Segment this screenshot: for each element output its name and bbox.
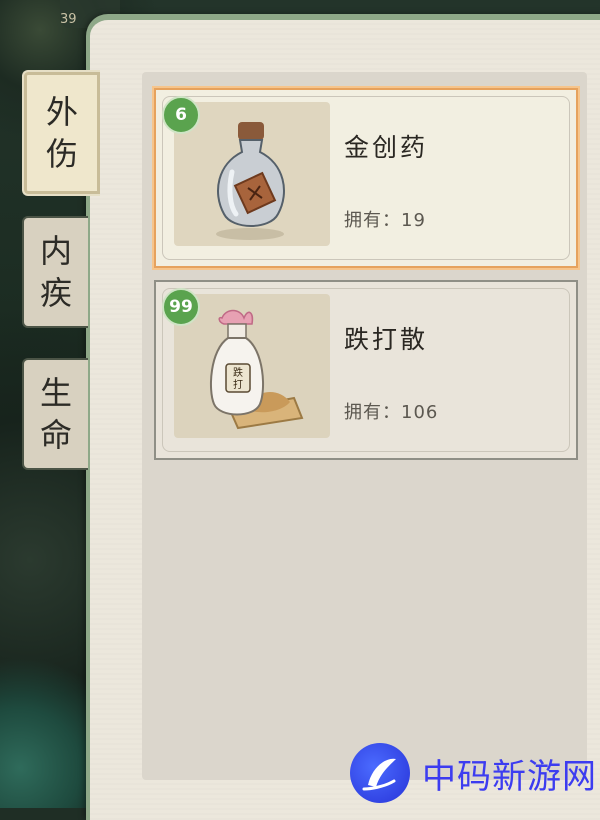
owned-label: 拥有： [344,402,401,423]
svg-text:跌: 跌 [233,366,243,379]
tab-label-char: 伤 [45,135,78,173]
item-name: 跌打散 [344,325,429,354]
item-owned: 拥有：19 [344,206,426,232]
owned-count: 106 [401,402,439,423]
item-name: 金创药 [344,133,429,162]
item-card-jinchuangyao[interactable]: 6 金创药 拥有：19 [154,88,578,268]
top-counter: 39 [60,12,77,27]
tab-label-char: 外 [45,93,78,131]
tab-external-injury[interactable]: 外 伤 [22,70,100,196]
quantity-badge: 99 [162,288,200,326]
svg-text:打: 打 [233,378,243,391]
watermark-text: 中码新游网 [422,756,597,797]
site-watermark: 中码新游网 [350,740,600,806]
tab-internal-illness[interactable]: 内 疾 [22,216,88,328]
owned-count: 19 [401,210,426,231]
watermark-logo-icon [350,743,410,803]
tab-life[interactable]: 生 命 [22,358,88,470]
item-owned: 拥有：106 [344,398,438,424]
tab-label-char: 内 [39,232,72,270]
owned-label: 拥有： [344,210,401,231]
tab-label-char: 疾 [39,274,72,312]
tab-label-char: 命 [39,416,72,454]
tab-label-char: 生 [39,374,72,412]
quantity-badge: 6 [162,96,200,134]
item-card-diedasan[interactable]: 跌 打 99 跌打散 拥有：106 [154,280,578,460]
